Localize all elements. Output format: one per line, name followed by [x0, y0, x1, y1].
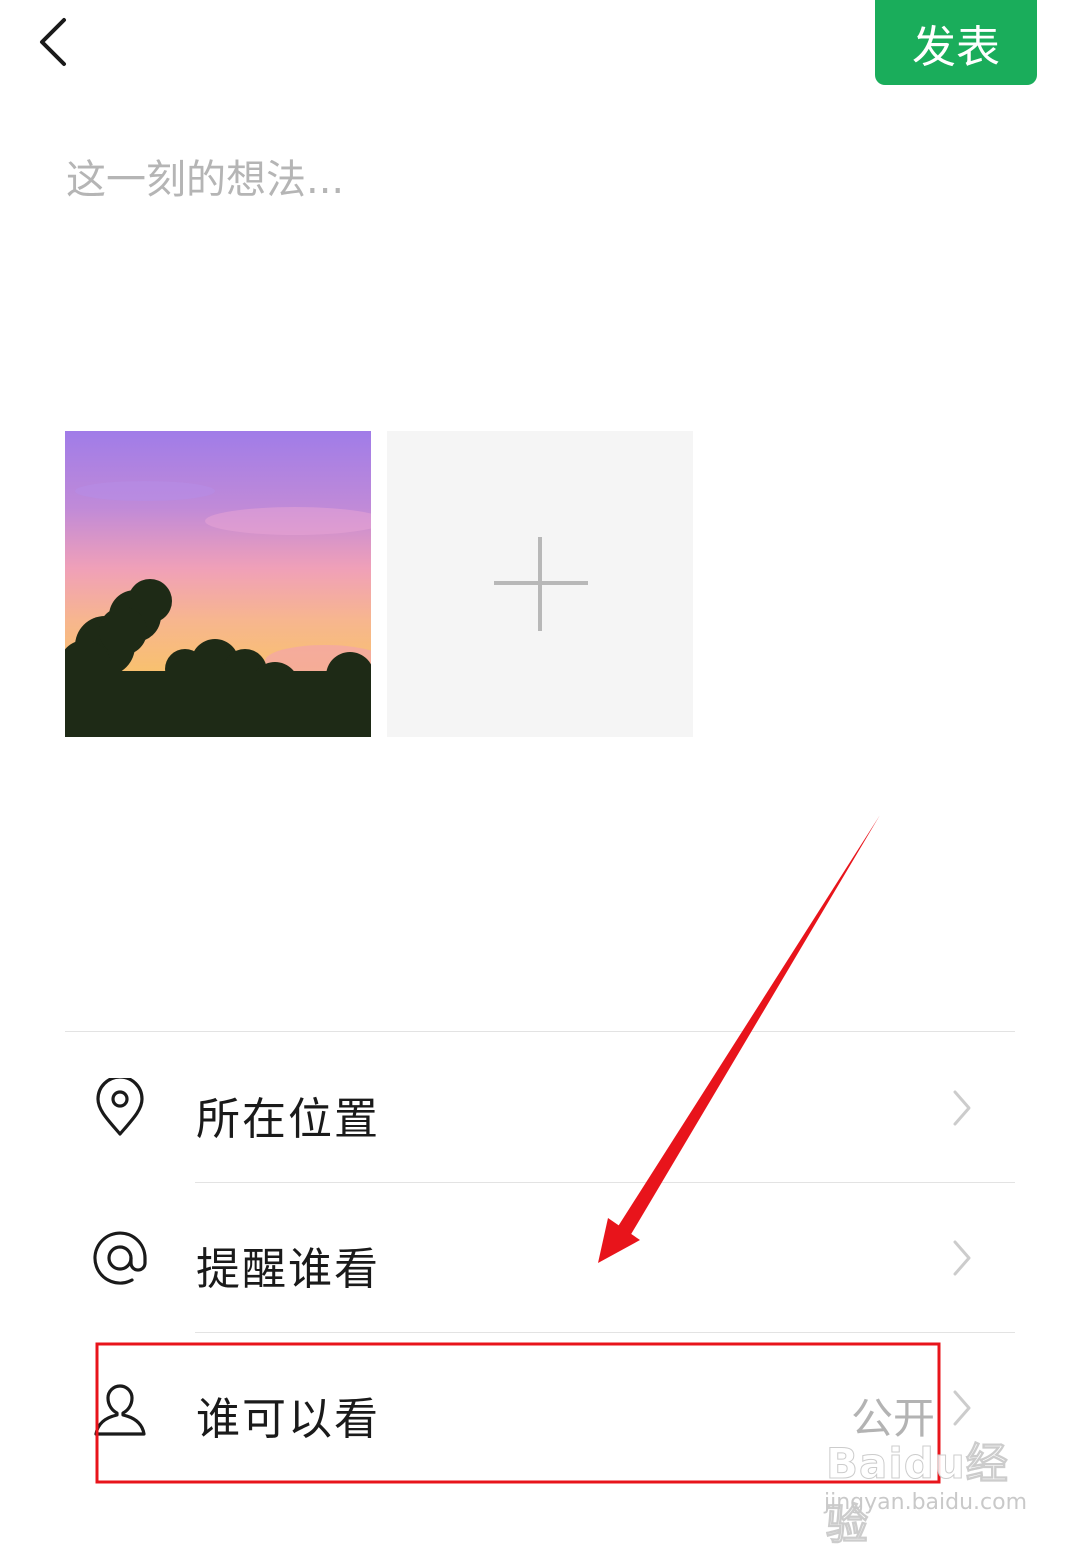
location-row[interactable]: 所在位置	[65, 1033, 1015, 1183]
publish-button[interactable]: 发表	[875, 0, 1037, 85]
location-label: 所在位置	[196, 1094, 380, 1145]
at-sign-icon	[93, 1231, 147, 1285]
sunset-photo	[65, 431, 371, 737]
chevron-right-icon	[953, 1090, 971, 1126]
mention-row[interactable]: 提醒谁看	[65, 1183, 1015, 1333]
visibility-row[interactable]: 谁可以看 公开	[65, 1333, 1015, 1483]
chevron-right-icon	[953, 1390, 971, 1426]
mention-label: 提醒谁看	[196, 1244, 380, 1295]
back-button[interactable]	[30, 14, 80, 72]
options-top-divider	[65, 1031, 1015, 1032]
visibility-value: 公开	[850, 1394, 935, 1443]
add-photo-button[interactable]	[387, 431, 693, 737]
post-text-input[interactable]	[66, 140, 1006, 340]
person-icon	[94, 1384, 146, 1436]
visibility-label: 谁可以看	[196, 1394, 380, 1445]
chevron-right-icon	[953, 1240, 971, 1276]
chevron-left-icon	[40, 18, 66, 66]
watermark-url: jingyan.baidu.com	[824, 1490, 1028, 1515]
location-pin-icon	[96, 1078, 144, 1136]
selected-photo[interactable]	[65, 431, 371, 737]
